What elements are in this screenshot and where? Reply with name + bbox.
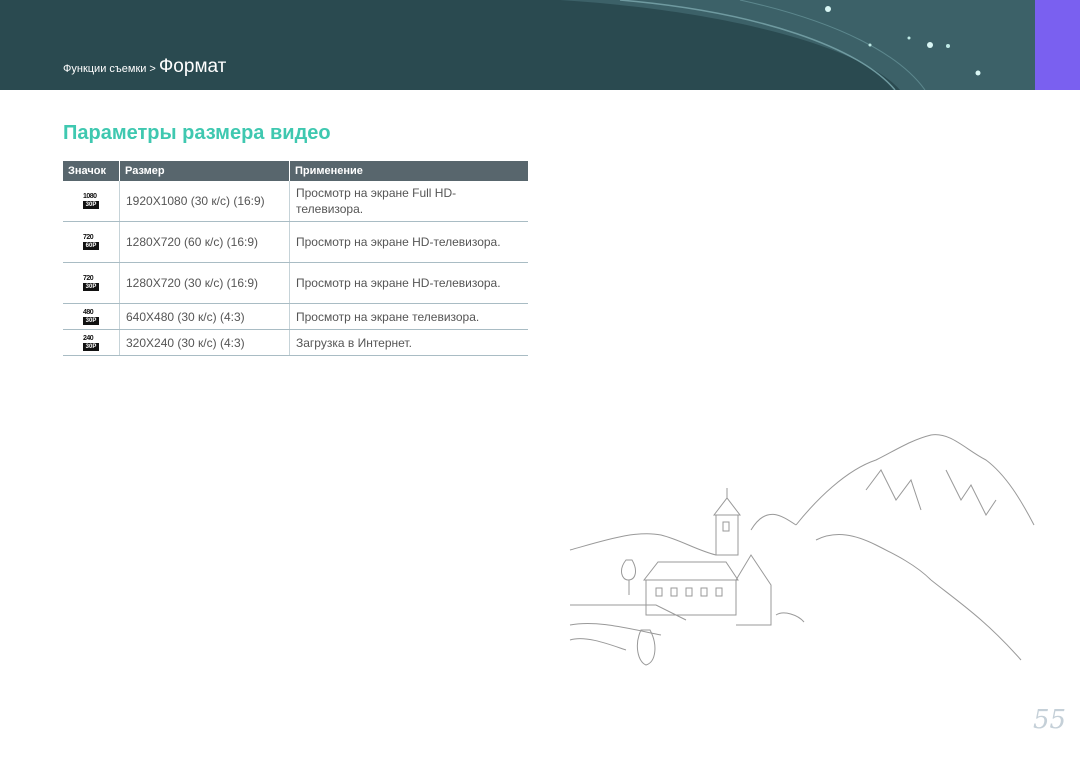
table-row: 1080 30P 1920X1080 (30 к/с) (16:9) Просмо…	[63, 181, 528, 222]
breadcrumb: Функции съемки > Формат	[63, 56, 226, 78]
video-size-table: Значок Размер Применение 1080 30P 1920X10…	[63, 161, 528, 356]
page-header: Функции съемки > Формат	[0, 0, 1035, 90]
icon-resolution: 1080	[83, 193, 97, 201]
size-cell: 320X240 (30 к/с) (4:3)	[119, 329, 290, 356]
village-mountain-illustration	[569, 434, 1035, 666]
resolution-720-60p-icon: 720 60P	[83, 234, 99, 251]
icon-framerate: 30P	[83, 342, 99, 351]
usage-cell: Просмотр на экране HD-телевизора.	[289, 262, 528, 304]
icon-framerate: 30P	[83, 283, 99, 292]
table-row: 720 30P 1280X720 (30 к/с) (16:9) Просмотр…	[63, 262, 528, 304]
header-size: Размер	[119, 161, 290, 181]
resolution-240-30p-icon: 240 30P	[83, 335, 99, 351]
icon-framerate: 60P	[83, 242, 99, 251]
table-row: 240 30P 320X240 (30 к/с) (4:3) Загрузка в…	[63, 329, 528, 356]
table-row: 720 60P 1280X720 (60 к/с) (16:9) Просмотр…	[63, 221, 528, 263]
usage-cell: Просмотр на экране HD-телевизора.	[289, 221, 528, 263]
icon-resolution: 480	[83, 308, 94, 316]
size-cell: 640X480 (30 к/с) (4:3)	[119, 303, 290, 330]
icon-resolution: 720	[83, 275, 94, 283]
resolution-480-30p-icon: 480 30P	[83, 309, 99, 325]
size-cell: 1920X1080 (30 к/с) (16:9)	[119, 181, 290, 222]
resolution-720-30p-icon: 720 30P	[83, 275, 99, 292]
resolution-1080-30p-icon: 1080 30P	[83, 193, 99, 210]
usage-cell: Просмотр на экране Full HD-телевизора.	[289, 181, 528, 222]
breadcrumb-separator: >	[149, 63, 156, 75]
header-usage: Применение	[289, 161, 528, 181]
usage-cell: Загрузка в Интернет.	[289, 329, 528, 356]
page-title: Параметры размера видео	[63, 122, 331, 144]
icon-resolution: 720	[83, 234, 94, 242]
side-tab	[1035, 0, 1080, 90]
header-icon: Значок	[63, 161, 120, 181]
icon-resolution: 240	[83, 334, 94, 342]
size-cell: 1280X720 (60 к/с) (16:9)	[119, 221, 290, 263]
size-cell: 1280X720 (30 к/с) (16:9)	[119, 262, 290, 304]
page-number: 55	[1033, 705, 1067, 735]
icon-framerate: 30P	[83, 201, 99, 210]
table-header-row: Значок Размер Применение	[63, 161, 528, 181]
table-row: 480 30P 640X480 (30 к/с) (4:3) Просмотр н…	[63, 303, 528, 330]
breadcrumb-current: Формат	[158, 56, 227, 77]
breadcrumb-section: Функции съемки	[63, 63, 147, 75]
icon-framerate: 30P	[83, 316, 99, 325]
usage-cell: Просмотр на экране телевизора.	[289, 303, 528, 330]
